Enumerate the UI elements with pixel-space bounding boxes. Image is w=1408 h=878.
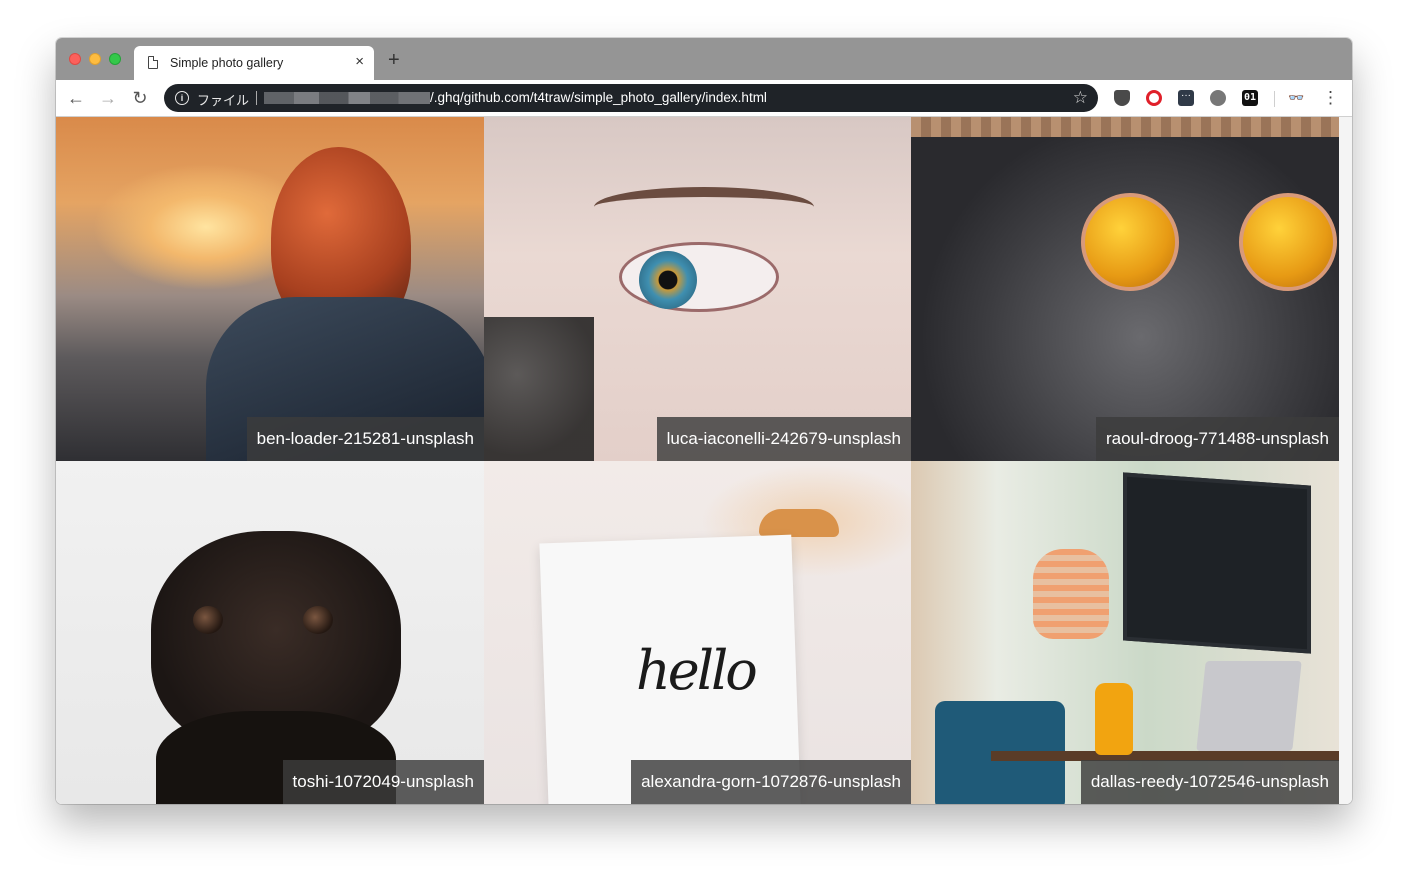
dots-extension-icon[interactable]: ··· — [1178, 90, 1194, 106]
browser-window: Simple photo gallery × + ← → ↻ i ファイル /.… — [56, 38, 1352, 804]
photo-subject — [484, 317, 594, 461]
address-bar[interactable]: i ファイル /.ghq/github.com/t4traw/simple_ph… — [164, 84, 1098, 112]
scheme-label: ファイル — [197, 93, 250, 108]
photo-subject — [303, 606, 333, 634]
bookmark-star-icon[interactable]: ☆ — [1073, 88, 1088, 108]
photo-tile[interactable]: toshi-1072049-unsplash — [56, 461, 484, 804]
photo-tile[interactable]: hello alexandra-gorn-1072876-unsplash — [484, 461, 911, 804]
photo-caption: raoul-droog-771488-unsplash — [1095, 417, 1339, 461]
browser-toolbar: ← → ↻ i ファイル /.ghq/github.com/t4traw/sim… — [56, 80, 1352, 117]
photo-caption: toshi-1072049-unsplash — [282, 760, 484, 804]
tab-close-icon[interactable]: × — [355, 54, 364, 70]
photo-caption: alexandra-gorn-1072876-unsplash — [631, 760, 911, 804]
photo-subject — [1081, 193, 1179, 291]
photo-subject — [594, 187, 814, 227]
photo-caption: ben-loader-215281-unsplash — [246, 417, 484, 461]
forward-button[interactable]: → — [98, 88, 118, 108]
opera-icon[interactable] — [1146, 90, 1162, 106]
photo-subject — [1123, 472, 1311, 654]
toolbar-separator — [1274, 91, 1275, 107]
photo-tile[interactable]: dallas-reedy-1072546-unsplash — [911, 461, 1339, 804]
menu-icon[interactable]: ⋮ — [1322, 88, 1339, 108]
photo-subject — [1196, 661, 1302, 751]
photo-subject — [193, 606, 223, 634]
incognito-spy-icon[interactable]: 👓 — [1288, 90, 1304, 106]
photo-subject — [1095, 683, 1133, 755]
redacted-path — [264, 92, 430, 104]
back-button[interactable]: ← — [66, 88, 86, 108]
photo-subject — [911, 117, 1339, 137]
title-bar: Simple photo gallery × + — [56, 38, 1352, 80]
page-content: ben-loader-215281-unsplash luca-iaconell… — [56, 117, 1352, 804]
photo-tile[interactable]: raoul-droog-771488-unsplash — [911, 117, 1339, 461]
photo-grid: ben-loader-215281-unsplash luca-iaconell… — [56, 117, 1339, 804]
photo-tile[interactable]: luca-iaconelli-242679-unsplash — [484, 117, 911, 461]
photo-subject — [759, 509, 839, 537]
photo-subject — [639, 251, 697, 309]
photo-caption: dallas-reedy-1072546-unsplash — [1080, 760, 1339, 804]
tab-title: Simple photo gallery — [170, 56, 284, 70]
address-separator — [256, 91, 257, 105]
tab-simple-photo-gallery[interactable]: Simple photo gallery × — [134, 46, 374, 80]
photo-caption: luca-iaconelli-242679-unsplash — [656, 417, 911, 461]
pocket-icon[interactable] — [1114, 90, 1130, 106]
minimize-window-button[interactable] — [89, 53, 101, 65]
zoom-window-button[interactable] — [109, 53, 121, 65]
photo-tile[interactable]: ben-loader-215281-unsplash — [56, 117, 484, 461]
photo-subject — [1033, 549, 1109, 639]
photo-subject — [1239, 193, 1337, 291]
gauge-extension-icon[interactable] — [1210, 90, 1226, 106]
reload-button[interactable]: ↻ — [130, 88, 150, 108]
new-tab-button[interactable]: + — [388, 50, 400, 70]
hello-lettering: hello — [636, 639, 758, 702]
scrollbar[interactable] — [1339, 117, 1352, 804]
url-text[interactable]: /.ghq/github.com/t4traw/simple_photo_gal… — [430, 90, 767, 105]
page-icon — [148, 56, 158, 69]
info-icon[interactable]: i — [175, 91, 189, 105]
binary-extension-icon[interactable]: 01 — [1242, 90, 1258, 106]
close-window-button[interactable] — [69, 53, 81, 65]
